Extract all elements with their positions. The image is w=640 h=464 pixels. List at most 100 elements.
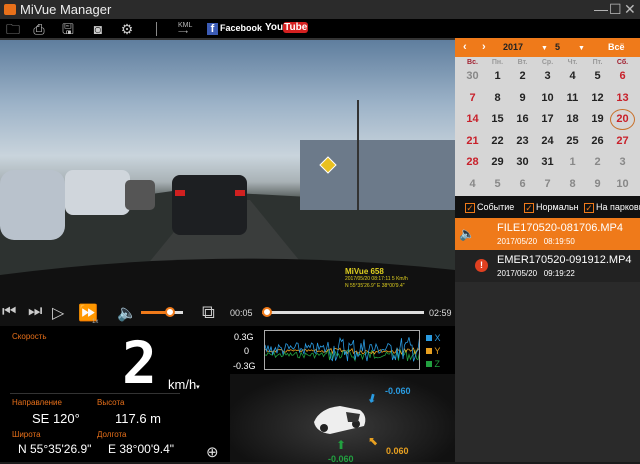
filter-normal-checkbox[interactable]: ✓ Нормальн: [524, 202, 579, 213]
calendar-day[interactable]: 19: [585, 113, 610, 125]
youtube-share-button[interactable]: YouTube: [265, 22, 309, 33]
calendar-day[interactable]: 4: [460, 178, 485, 190]
file-datetime: 2017/05/20 08:19:50: [497, 237, 575, 246]
direction-value: SE 120°: [32, 411, 80, 426]
current-time: 00:05: [230, 308, 253, 318]
filter-parking-checkbox[interactable]: ✓ На парковк: [584, 202, 640, 213]
filter-parking-label: На парковк: [596, 202, 640, 212]
weekday-label: Сб.: [616, 59, 629, 66]
calendar-day[interactable]: 30: [460, 70, 485, 82]
calendar-day[interactable]: 18: [560, 113, 585, 125]
calendar-day[interactable]: 25: [560, 135, 585, 147]
open-folder-icon[interactable]: 🗀: [2, 21, 24, 37]
calendar-day[interactable]: 9: [510, 92, 535, 104]
year-dropdown[interactable]: 2017 ▼: [503, 42, 548, 52]
calendar-day[interactable]: 26: [585, 135, 610, 147]
kml-label: KML: [178, 22, 193, 29]
file-list-item[interactable]: ! EMER170520-091912.MP4 2017/05/20 09:19…: [455, 250, 640, 282]
next-month-icon[interactable]: ›: [482, 41, 486, 53]
calendar-day[interactable]: 6: [510, 178, 535, 190]
filter-normal-label: Нормальн: [536, 202, 579, 212]
play-icon[interactable]: ▷: [52, 303, 64, 323]
calendar-day[interactable]: 22: [485, 135, 510, 147]
x-value: -0.060: [385, 386, 411, 396]
calendar-day[interactable]: 30: [510, 156, 535, 168]
map-globe-icon[interactable]: ⊕: [206, 443, 219, 461]
legend-x: X: [426, 332, 441, 345]
calendar-day[interactable]: 10: [610, 178, 635, 190]
calendar-day[interactable]: 5: [585, 70, 610, 82]
file-browser-panel: ‹ › 2017 ▼ 5 ▼ Всё Вс. Пн. Вт. Ср. Чт. Пт. Сб. 30…: [455, 38, 640, 462]
calendar-day[interactable]: 14: [460, 113, 485, 125]
calendar-day[interactable]: 1: [485, 70, 510, 82]
car-icon: [314, 406, 366, 434]
prev-month-icon[interactable]: ‹: [463, 41, 467, 53]
facebook-icon: f: [207, 23, 218, 35]
kml-export-button[interactable]: KML ⟶: [178, 22, 192, 36]
file-time: 09:19:22: [543, 269, 575, 278]
calendar-day[interactable]: 27: [610, 135, 635, 147]
calendar-day[interactable]: 10: [535, 92, 560, 104]
volume-slider[interactable]: [141, 307, 183, 317]
file-list-item-selected[interactable]: 🔈 FILE170520-081706.MP4 2017/05/20 08:19…: [455, 218, 640, 250]
youtube-you: You: [265, 22, 284, 33]
calendar-day[interactable]: 31: [535, 156, 560, 168]
legend-y-label: Y: [434, 346, 441, 356]
calendar-day[interactable]: 15: [485, 113, 510, 125]
previous-file-icon[interactable]: ⏮: [2, 303, 16, 321]
file-name: EMER170520-091912.MP4: [497, 254, 632, 266]
speed-unit-dropdown[interactable]: km/h▾: [168, 377, 200, 392]
calendar-day[interactable]: 16: [510, 113, 535, 125]
calendar-day[interactable]: 1: [560, 156, 585, 168]
calendar-day[interactable]: 17: [535, 113, 560, 125]
calendar-day[interactable]: 11: [560, 92, 585, 104]
speed-label: Скорость: [12, 332, 47, 341]
calendar-day[interactable]: 20: [610, 109, 635, 130]
longitude-label: Долгота: [97, 430, 127, 439]
calendar-day[interactable]: 29: [485, 156, 510, 168]
video-player[interactable]: MiVue 658 2017/05/20 08:17:11 5 Km/h N 5…: [0, 40, 455, 298]
minimize-button[interactable]: —: [594, 1, 608, 17]
calendar-day[interactable]: 12: [585, 92, 610, 104]
save-icon[interactable]: 🖫: [57, 21, 79, 37]
total-time: 02:59: [429, 308, 452, 318]
seek-bar[interactable]: [261, 307, 424, 317]
print-icon[interactable]: ⎙: [28, 21, 50, 37]
show-all-button[interactable]: Всё: [608, 42, 625, 52]
settings-gear-icon[interactable]: ⚙: [116, 21, 138, 37]
calendar-day[interactable]: 3: [610, 156, 635, 168]
calendar-day[interactable]: 5: [485, 178, 510, 190]
calendar-day[interactable]: 8: [485, 92, 510, 104]
calendar-day[interactable]: 7: [460, 92, 485, 104]
filter-event-checkbox[interactable]: ✓ Событие: [465, 202, 514, 213]
calendar-day[interactable]: 9: [585, 178, 610, 190]
playback-speed: 1x: [92, 319, 99, 325]
calendar-day[interactable]: 2: [510, 70, 535, 82]
calendar-day[interactable]: 6: [610, 70, 635, 82]
calendar-day[interactable]: 23: [510, 135, 535, 147]
calendar-grid: Вс. Пн. Вт. Ср. Чт. Пт. Сб. 30 1 2 3 4 5 6 7 8 9 10 11 12 13…: [455, 57, 640, 196]
calendar-day[interactable]: 8: [560, 178, 585, 190]
file-date: 2017/05/20: [497, 237, 538, 246]
calendar-day[interactable]: 28: [460, 156, 485, 168]
calendar-day[interactable]: 21: [460, 135, 485, 147]
calendar-day[interactable]: 7: [535, 178, 560, 190]
facebook-share-button[interactable]: Facebook: [220, 23, 262, 33]
fullscreen-icon[interactable]: ⧉: [202, 302, 215, 323]
calendar-day[interactable]: 13: [610, 92, 635, 104]
weekday-label: Пн.: [491, 59, 504, 66]
maximize-button[interactable]: ☐: [609, 1, 622, 18]
calendar-day[interactable]: 4: [560, 70, 585, 82]
volume-icon[interactable]: 🔈: [117, 303, 137, 323]
month-dropdown[interactable]: 5 ▼: [555, 42, 585, 52]
calendar-day[interactable]: 24: [535, 135, 560, 147]
close-button[interactable]: ✕: [624, 1, 636, 18]
next-frame-icon[interactable]: ⏭: [28, 303, 42, 321]
g-sensor-chart: [264, 330, 420, 370]
calendar-day[interactable]: 2: [585, 156, 610, 168]
calendar-day[interactable]: 3: [535, 70, 560, 82]
file-time: 08:19:50: [543, 237, 575, 246]
toolbar: 🗀 ⎙ 🖫 ◙ ⚙ KML ⟶ f Facebook YouTube: [0, 19, 640, 39]
snapshot-icon[interactable]: ◙: [87, 21, 109, 37]
longitude-value: E 38°00'9.4": [108, 442, 175, 456]
